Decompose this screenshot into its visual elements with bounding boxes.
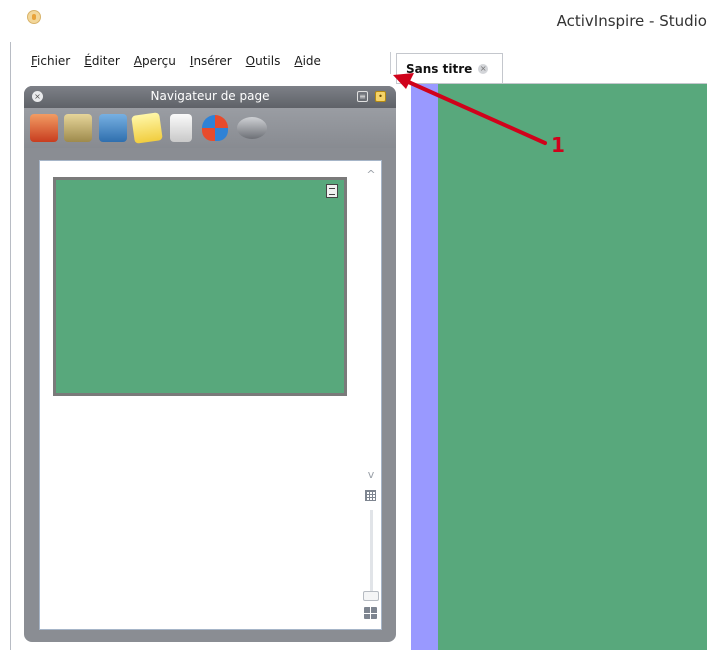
browser-toolbar <box>24 108 396 148</box>
activinspire-app-icon[interactable] <box>27 10 41 24</box>
annotation-number: 1 <box>551 133 565 157</box>
window-title: ActivInspire - Studio <box>556 12 707 30</box>
menu-fichier[interactable]: Fichier <box>24 49 77 73</box>
panel-menu-icon[interactable]: ≡ <box>357 91 368 102</box>
menu-inserer[interactable]: Insérer <box>183 49 239 73</box>
flipchart-canvas[interactable] <box>438 84 707 650</box>
large-thumbnails-icon[interactable] <box>364 607 377 619</box>
scroll-down-icon[interactable]: v <box>361 467 381 483</box>
page-notes-icon[interactable] <box>326 184 338 198</box>
tab-sans-titre[interactable]: Sans titre × <box>396 53 503 83</box>
menu-outils[interactable]: Outils <box>239 49 288 73</box>
panel-pin-icon[interactable]: • <box>375 91 386 102</box>
menu-separator <box>390 52 391 74</box>
page-navigator-panel: × Navigateur de page ≡ • ^ v <box>24 86 396 642</box>
document-tab-strip: Sans titre × <box>396 50 707 84</box>
menu-editer[interactable]: Éditer <box>77 49 127 73</box>
menu-aide[interactable]: Aide <box>287 49 328 73</box>
thumbnail-scrollbar[interactable]: ^ v <box>361 161 381 629</box>
action-browser-icon[interactable] <box>202 115 228 141</box>
tab-close-icon[interactable]: × <box>478 63 489 74</box>
scroll-up-icon[interactable]: ^ <box>361 167 381 183</box>
page-thumbnail[interactable] <box>53 177 347 396</box>
title-bar: ActivInspire - Studio <box>0 0 707 42</box>
window-left-border <box>10 42 11 650</box>
tab-label: Sans titre <box>406 61 473 76</box>
canvas-gutter <box>411 84 438 650</box>
menu-apercu[interactable]: Aperçu <box>127 49 183 73</box>
voting-browser-icon[interactable] <box>237 117 267 139</box>
notes-browser-icon[interactable] <box>131 112 163 144</box>
object-browser-icon[interactable] <box>99 114 127 142</box>
thumbnail-size-slider[interactable] <box>370 510 373 592</box>
menu-bar: Fichier Éditer Aperçu Insérer Outils Aid… <box>24 49 328 73</box>
panel-title: Navigateur de page <box>150 89 270 103</box>
page-thumbnail-list[interactable]: ^ v <box>39 160 382 630</box>
panel-header[interactable]: × Navigateur de page ≡ • <box>24 86 396 108</box>
page-browser-icon[interactable] <box>30 114 58 142</box>
resource-browser-icon[interactable] <box>64 114 92 142</box>
small-thumbnails-icon[interactable] <box>365 490 376 501</box>
property-browser-icon[interactable] <box>170 114 192 142</box>
thumbnail-size-slider-handle[interactable] <box>363 591 379 601</box>
